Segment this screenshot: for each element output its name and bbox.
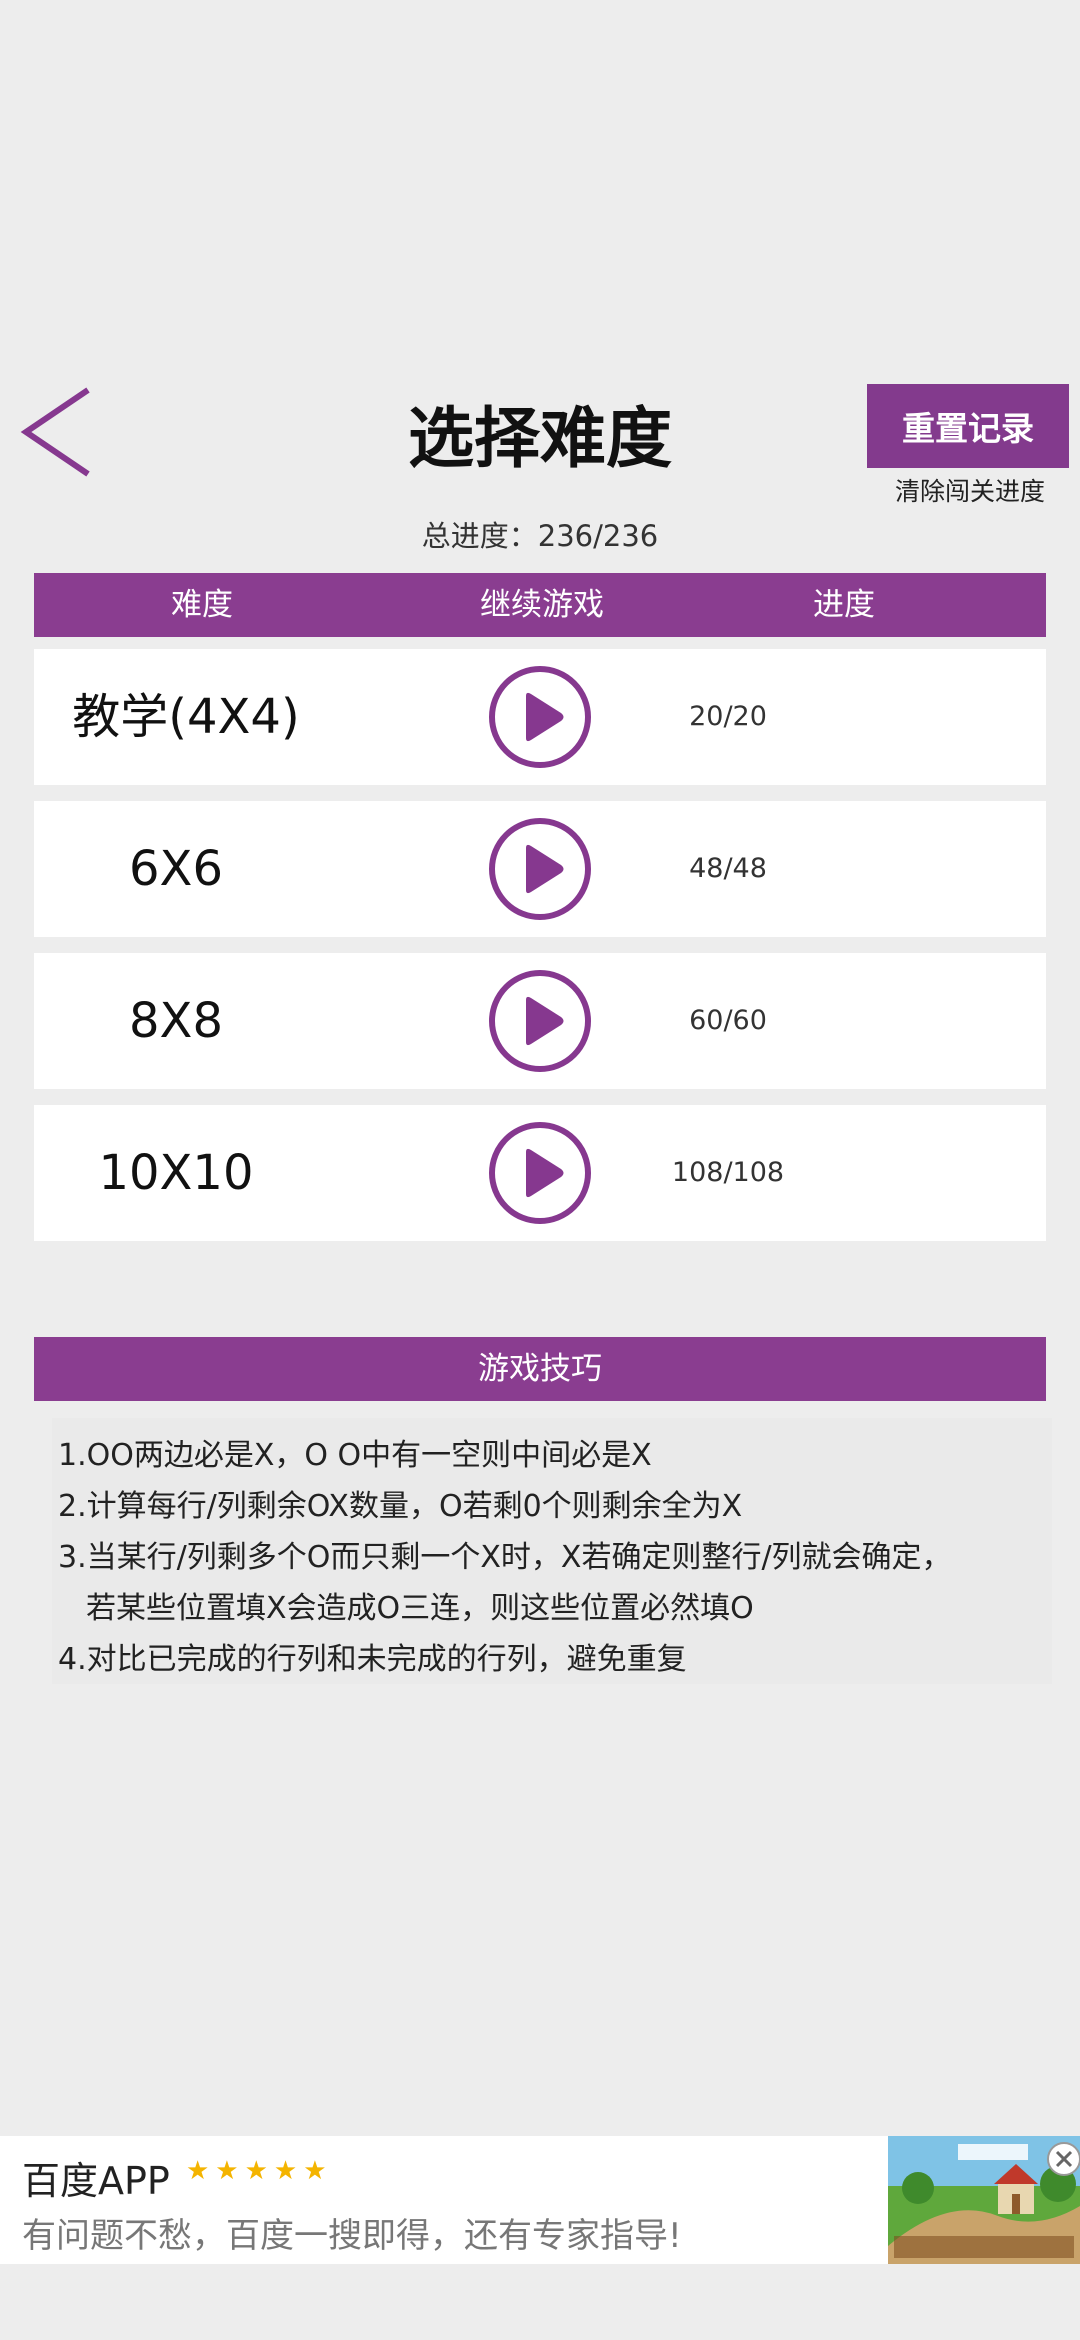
play-icon [489,666,591,768]
column-header-continue: 继续游戏 [480,587,604,623]
tip-line-3: 3.当某行/列剩多个O而只剩一个X时，X若确定则整行/列就会确定， [58,1540,952,1575]
difficulty-progress: 48/48 [689,853,767,884]
difficulty-table-header: 难度 继续游戏 进度 [34,573,1046,637]
ad-description: 有问题不愁，百度一搜即得，还有专家指导! [22,2216,682,2256]
column-header-progress: 进度 [813,587,875,623]
ad-image[interactable] [888,2136,1080,2264]
play-icon [489,818,591,920]
column-header-difficulty: 难度 [171,587,233,623]
total-progress: 总进度：236/236 [421,519,659,553]
continue-play-button[interactable] [488,969,592,1073]
reset-records-button[interactable]: 重置记录 [867,384,1069,468]
ad-close-button[interactable] [1047,2142,1080,2176]
difficulty-progress: 60/60 [689,1005,767,1036]
difficulty-row-10x10[interactable]: 10X10 108/108 [34,1105,1046,1241]
difficulty-row-6x6[interactable]: 6X6 48/48 [34,801,1046,937]
difficulty-name: 教学(4X4) [72,689,300,745]
close-icon [1055,2150,1073,2168]
difficulty-row-4x4[interactable]: 教学(4X4) 20/20 [34,649,1046,785]
reset-hint-text: 清除闯关进度 [894,477,1045,506]
difficulty-progress: 108/108 [671,1157,785,1188]
continue-play-button[interactable] [488,1121,592,1225]
difficulty-name: 8X8 [129,993,223,1049]
ad-rating-stars: ★★★★★ [186,2156,333,2186]
tips-header: 游戏技巧 [34,1337,1046,1401]
difficulty-row-8x8[interactable]: 8X8 60/60 [34,953,1046,1089]
play-icon [489,1122,591,1224]
continue-play-button[interactable] [488,817,592,921]
tip-line-3-continued: 若某些位置填X会造成O三连，则这些位置必然填O [86,1591,754,1626]
tip-line-2: 2.计算每行/列剩余OX数量，O若剩0个则剩余全为X [58,1489,743,1524]
continue-play-button[interactable] [488,665,592,769]
difficulty-progress: 20/20 [689,701,767,732]
difficulty-name: 10X10 [98,1145,254,1201]
play-icon [489,970,591,1072]
ad-title: 百度APP [22,2159,170,2203]
tip-line-4: 4.对比已完成的行列和未完成的行列，避免重复 [58,1642,687,1677]
ad-banner[interactable]: 百度APP ★★★★★ 有问题不愁，百度一搜即得，还有专家指导! [0,2136,1080,2264]
difficulty-name: 6X6 [129,841,223,897]
tip-line-1: 1.OO两边必是X，O O中有一空则中间必是X [58,1438,652,1473]
